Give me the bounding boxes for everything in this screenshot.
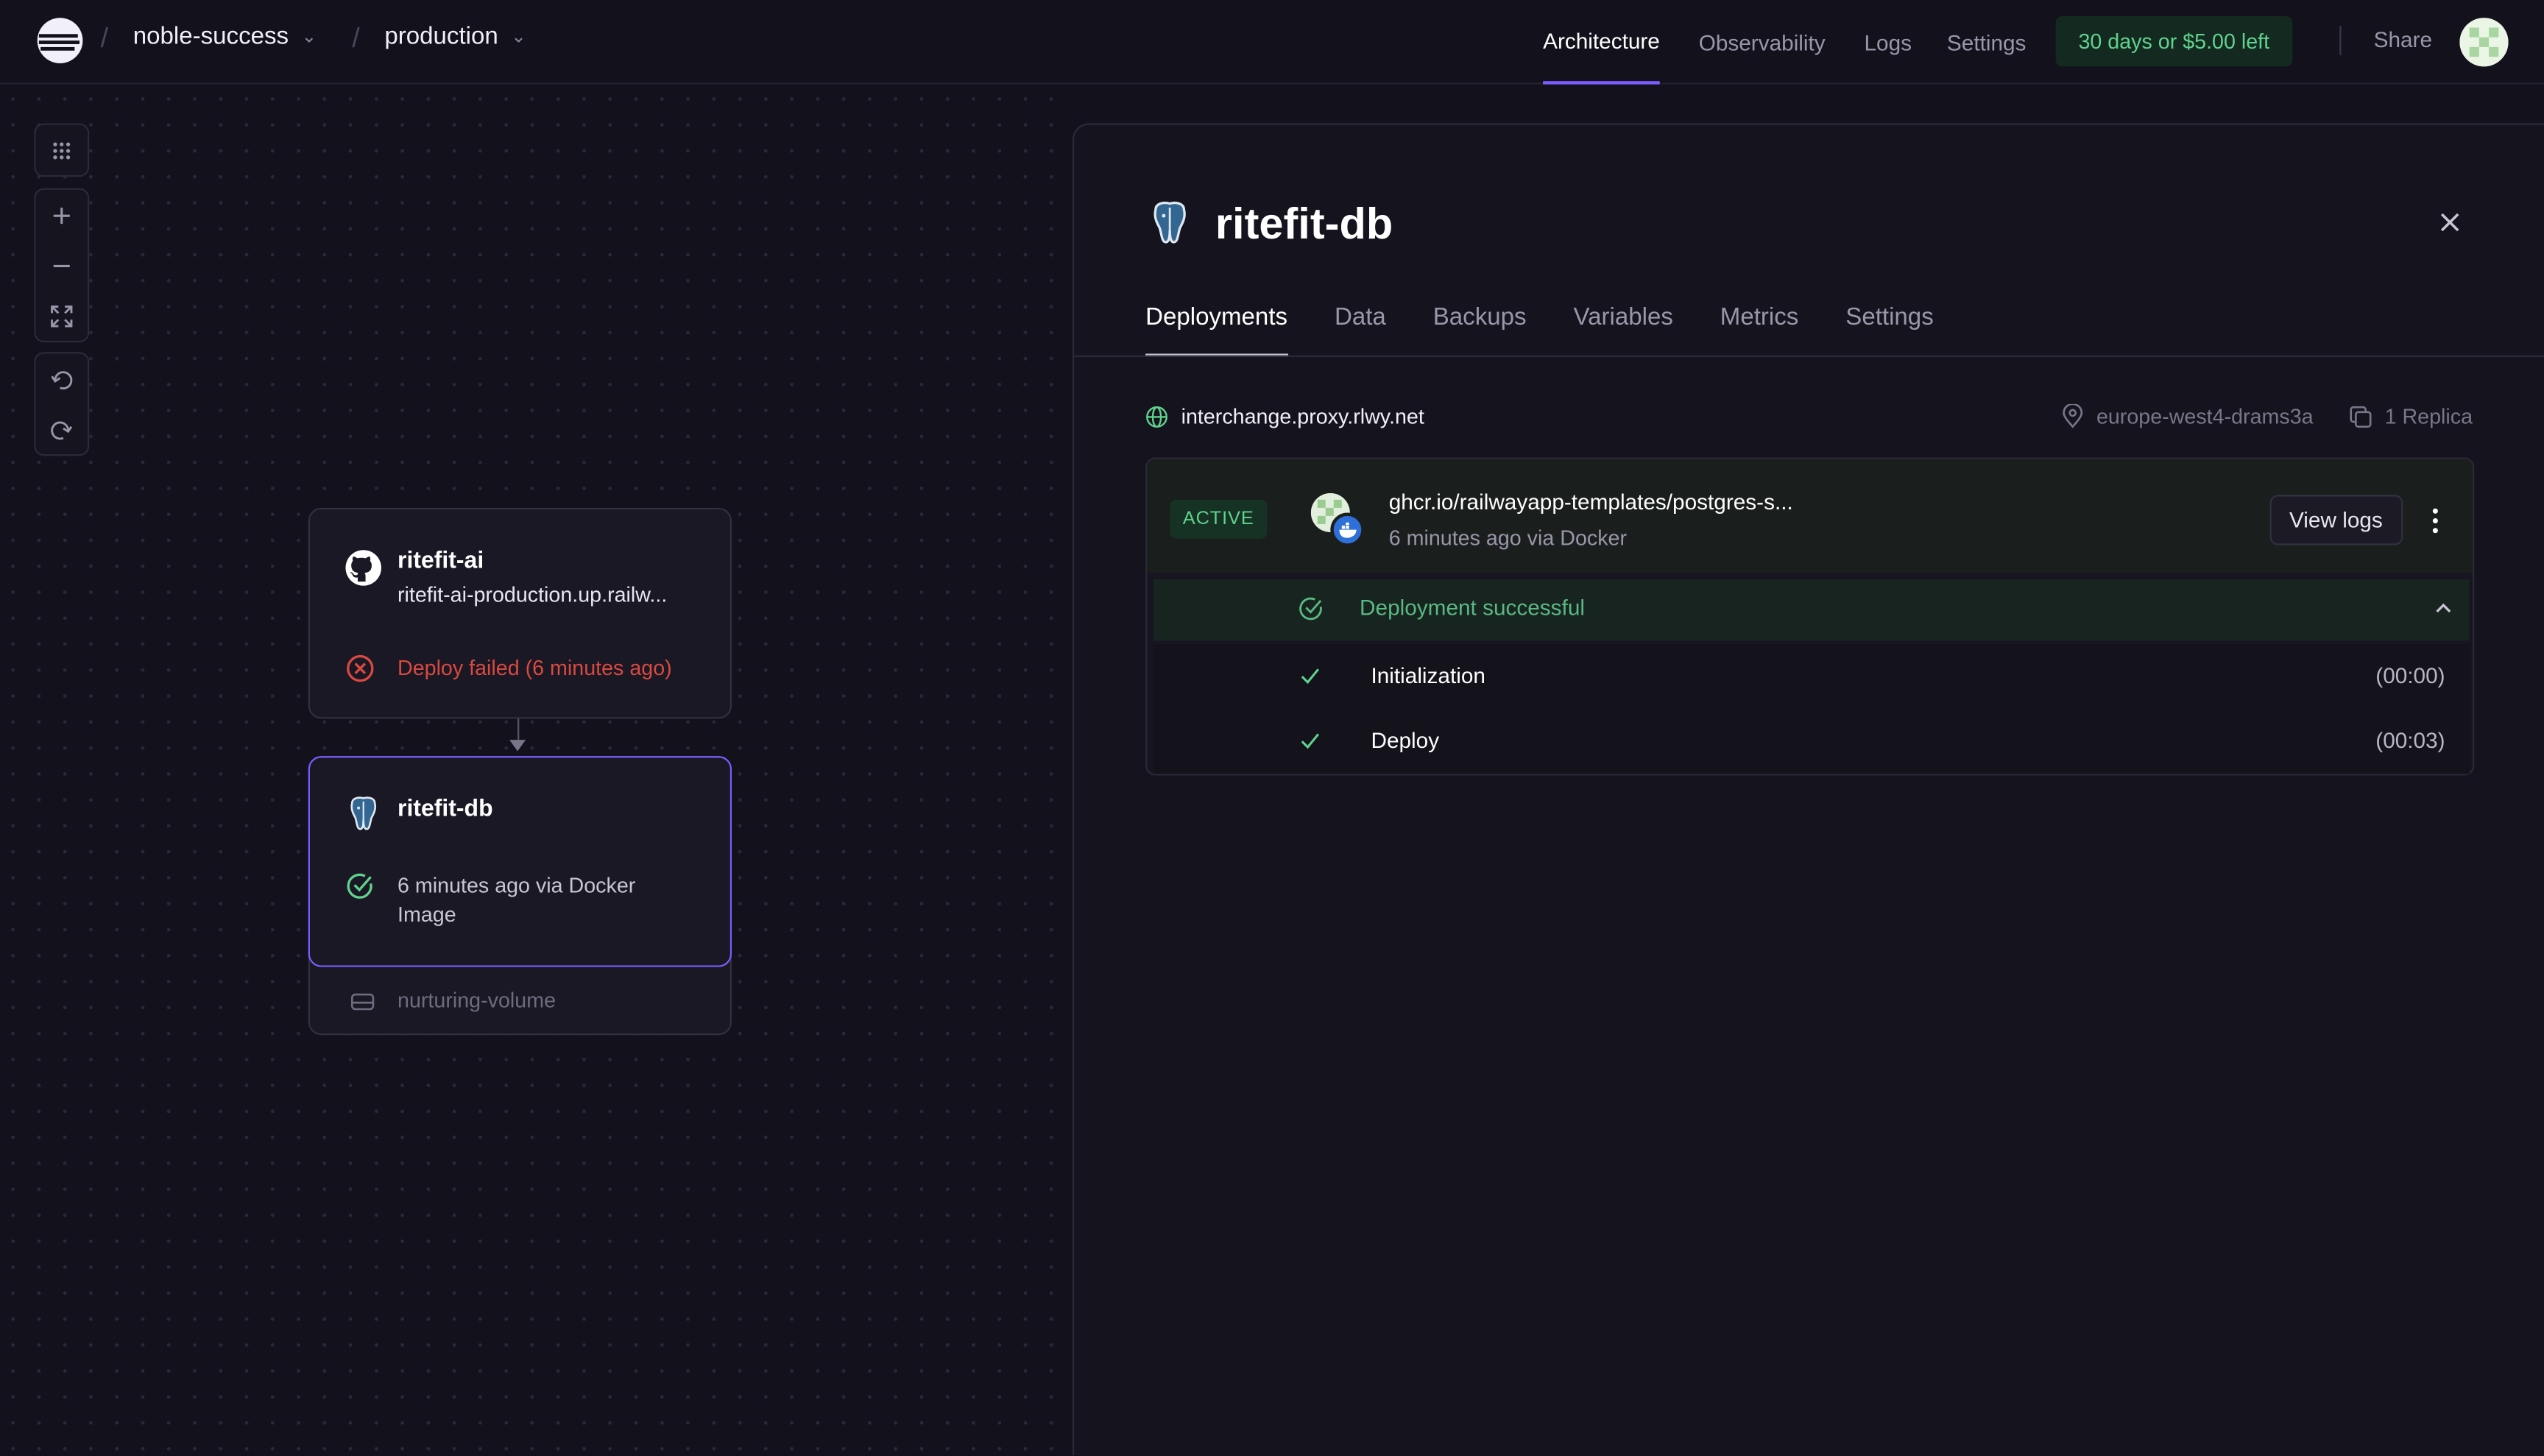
top-bar: / noble-success ⌄ / production ⌄ Archite…	[0, 0, 2544, 85]
step-name: Initialization	[1371, 663, 1485, 688]
share-button[interactable]: Share	[2374, 27, 2432, 52]
canvas-toolbar-history	[34, 352, 90, 456]
panel-title: ritefit-db	[1215, 199, 1393, 249]
nav-architecture[interactable]: Architecture	[1543, 0, 1660, 85]
zoom-out-icon[interactable]	[35, 240, 88, 290]
nav-settings[interactable]: Settings	[1947, 0, 2027, 85]
breadcrumb-separator: /	[100, 22, 109, 54]
undo-icon[interactable]	[35, 353, 88, 403]
divider	[2339, 26, 2342, 55]
tabs-divider	[1074, 355, 2544, 357]
region-label: europe-west4-drams3a	[2096, 403, 2314, 428]
image-name: ghcr.io/railwayapp-templates/postgres-s.…	[1388, 490, 1793, 515]
project-selector[interactable]: noble-success ⌄	[133, 23, 317, 50]
redo-icon[interactable]	[35, 404, 88, 454]
step-name: Deploy	[1371, 728, 1440, 753]
deployment-status-text: Deployment successful	[1360, 595, 1585, 620]
chevron-down-icon: ⌄	[301, 27, 317, 47]
service-panel: ritefit-db Deployments Data Backups Vari…	[1072, 123, 2544, 1456]
panel-tabs: Deployments Data Backups Variables Metri…	[1145, 303, 1981, 357]
success-check-icon	[1299, 597, 1322, 621]
canvas-toolbar-grid	[34, 123, 90, 177]
environment-name: production	[384, 22, 498, 51]
nav-logs[interactable]: Logs	[1865, 0, 1912, 85]
railway-logo-icon[interactable]	[35, 16, 84, 65]
status-badge: ACTIVE	[1170, 499, 1268, 539]
tab-variables[interactable]: Variables	[1573, 303, 1672, 357]
trial-badge[interactable]: 30 days or $5.00 left	[2055, 16, 2292, 67]
step-duration: (00:00)	[2375, 663, 2445, 688]
grid-icon[interactable]	[35, 125, 88, 175]
url-text: interchange.proxy.rlwy.net	[1181, 403, 1424, 428]
close-icon[interactable]	[2439, 211, 2462, 234]
replica-label: 1 Replica	[2384, 403, 2473, 428]
view-logs-button[interactable]: View logs	[2269, 495, 2403, 545]
environment-selector[interactable]: production ⌄	[384, 23, 526, 50]
step-row: Initialization (00:00)	[1153, 644, 2470, 710]
chevron-down-icon: ⌄	[511, 27, 526, 47]
user-avatar[interactable]	[2459, 18, 2509, 67]
public-url[interactable]: interchange.proxy.rlwy.net	[1145, 404, 1424, 428]
chevron-up-icon[interactable]	[2434, 598, 2453, 618]
postgres-icon	[350, 796, 377, 830]
deployment-card: ACTIVE ghcr.io/railwayapp-templates/post…	[1145, 457, 2475, 776]
project-name: noble-success	[132, 22, 289, 51]
deployment-status-row[interactable]: Deployment successful	[1153, 579, 2470, 641]
connector-arrow-icon	[509, 740, 526, 752]
service-name: ritefit-db	[398, 796, 493, 823]
tab-backups[interactable]: Backups	[1433, 303, 1527, 357]
service-node-ritefit-db[interactable]: ritefit-db 6 minutes ago via Docker Imag…	[308, 756, 732, 967]
fit-view-icon[interactable]	[35, 291, 88, 341]
tab-metrics[interactable]: Metrics	[1720, 303, 1799, 357]
deployment-meta: europe-west4-drams3a 1 Replica	[2063, 403, 2473, 428]
step-row: Deploy (00:03)	[1153, 709, 2470, 774]
service-name: ritefit-ai	[398, 548, 484, 575]
success-check-icon	[347, 873, 372, 899]
service-node-ritefit-ai[interactable]: ritefit-ai ritefit-ai-production.up.rail…	[308, 507, 732, 719]
volume-icon	[350, 993, 375, 1011]
service-url: ritefit-ai-production.up.railw...	[398, 582, 668, 607]
deployment-subtitle: 6 minutes ago via Docker	[1388, 526, 1628, 551]
github-icon	[345, 550, 381, 586]
error-circle-icon	[347, 654, 374, 682]
check-icon	[1301, 733, 1320, 749]
zoom-in-icon[interactable]	[35, 190, 88, 240]
canvas-toolbar-zoom	[34, 188, 90, 343]
tab-deployments[interactable]: Deployments	[1145, 303, 1288, 357]
deploy-status: Deploy failed (6 minutes ago)	[398, 655, 672, 680]
location-pin-icon	[2063, 403, 2083, 428]
step-duration: (00:03)	[2375, 728, 2445, 753]
check-icon	[1301, 668, 1320, 685]
tab-settings[interactable]: Settings	[1845, 303, 1933, 357]
docker-icon	[1330, 512, 1365, 547]
globe-icon	[1146, 405, 1167, 427]
replica-icon	[2349, 405, 2372, 427]
volume-name[interactable]: nurturing-volume	[398, 988, 556, 1012]
more-options-icon[interactable]	[2425, 506, 2445, 536]
tab-data[interactable]: Data	[1335, 303, 1386, 357]
postgres-icon	[1153, 201, 1186, 244]
breadcrumb-separator: /	[352, 22, 360, 54]
nav-observability[interactable]: Observability	[1699, 0, 1826, 85]
deploy-status: 6 minutes ago via Docker Image	[398, 872, 636, 927]
